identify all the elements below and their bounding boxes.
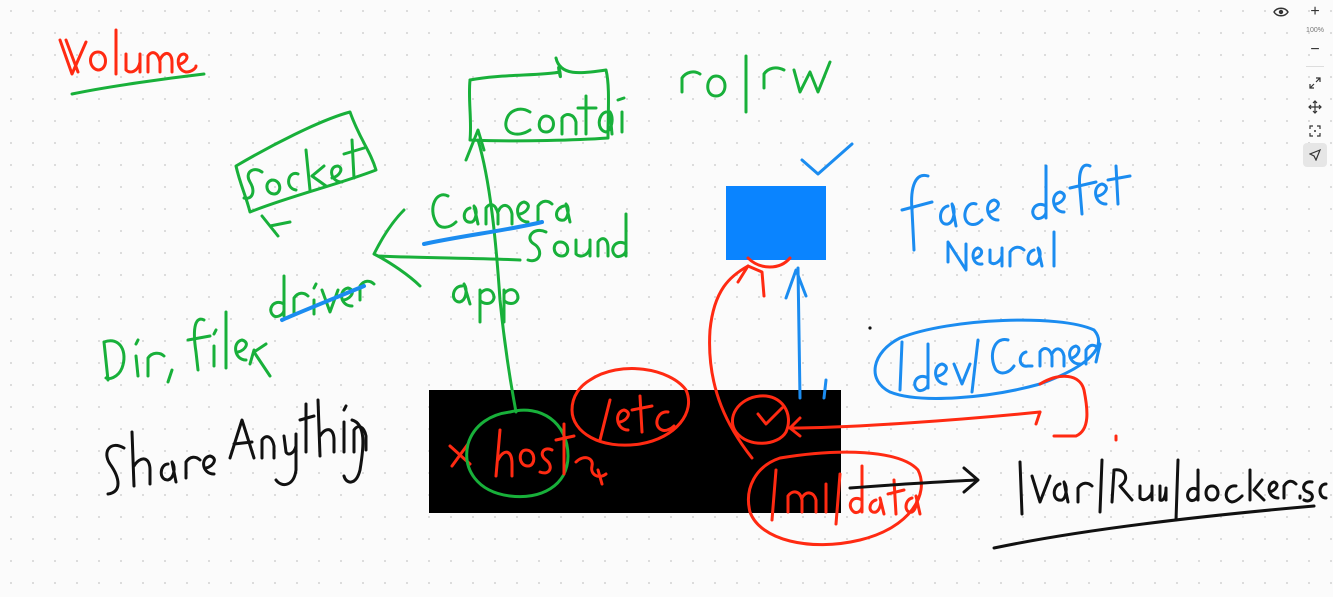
zoom-level: 100% [1306,27,1324,34]
sketch-volume[interactable] [58,28,198,76]
pan-icon[interactable] [1303,95,1327,119]
sketch-dir-file-driver[interactable] [102,274,376,384]
zoom-toolbar: + 100% − [1301,0,1329,180]
zoom-out-icon[interactable]: − [1303,38,1327,62]
dot [868,326,872,330]
pointer-icon[interactable] [1303,143,1327,167]
divider [1306,66,1324,67]
sketch-docker-sock[interactable] [848,458,1328,550]
sketch-share-anything[interactable] [105,398,368,496]
sketch-face-detect[interactable] [900,163,1132,272]
camera-underline[interactable] [422,220,544,246]
sketch-dev-camera[interactable] [873,318,1102,400]
volume-underline[interactable] [70,72,206,96]
sketch-container[interactable] [464,56,626,162]
fit-screen-icon[interactable] [1303,71,1327,95]
whiteboard-canvas[interactable] [0,0,1333,597]
blue-rectangle[interactable] [726,186,826,260]
zoom-in-icon[interactable]: + [1303,0,1327,24]
sketch-blue-arrows[interactable] [784,266,828,400]
eye-icon[interactable] [1269,2,1293,22]
sketch-green-arrows[interactable] [252,138,522,414]
blue-checkmark[interactable] [800,142,854,176]
sketch-socket[interactable] [234,110,378,238]
sketch-ro-rw[interactable] [680,54,832,114]
focus-icon[interactable] [1303,119,1327,143]
